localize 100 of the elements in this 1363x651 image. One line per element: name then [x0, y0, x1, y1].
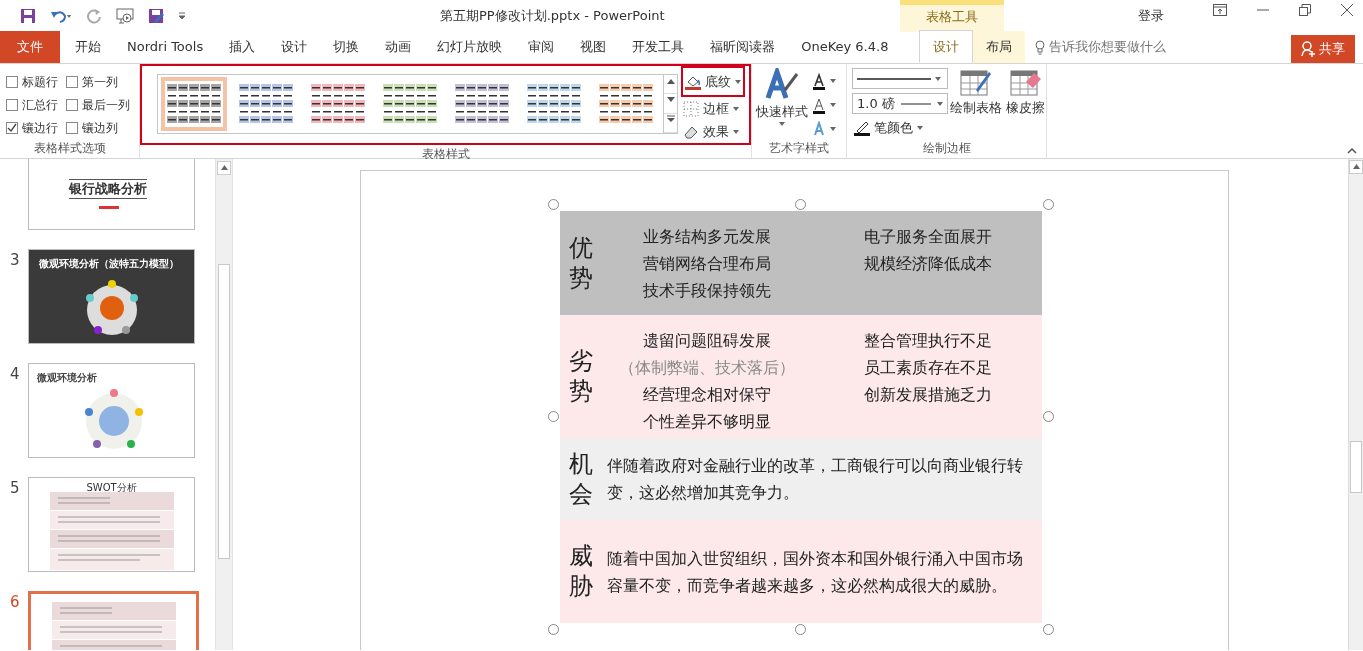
slideshow-icon[interactable] [116, 8, 134, 24]
checkbox-option[interactable]: 镶边列 [66, 116, 134, 139]
slide-number: 4 [10, 364, 21, 385]
logo-mark [99, 206, 119, 209]
ribbon-command[interactable]: 效果 [681, 120, 745, 143]
caret-icon [937, 101, 943, 106]
ribbon-tab[interactable]: 开始 [62, 31, 114, 63]
ribbon-tab[interactable]: 设计 [268, 31, 321, 63]
checkbox-option[interactable]: 汇总行 [6, 93, 66, 116]
ribbon-tab[interactable]: Nordri Tools [114, 31, 217, 63]
caret-icon [830, 103, 836, 107]
ribbon-tab[interactable]: 设计 [919, 30, 974, 63]
undo-icon[interactable] [50, 8, 72, 24]
resize-handle[interactable] [548, 199, 559, 210]
table-pencil-icon [960, 68, 992, 98]
collapse-ribbon-icon[interactable] [1347, 148, 1357, 154]
ribbon-command[interactable]: 边框 [681, 97, 745, 120]
ribbon-tab[interactable]: 视图 [567, 31, 620, 63]
solid-line-icon [857, 76, 931, 81]
ribbon-tab[interactable]: 动画 [372, 31, 425, 63]
ribbon-tab[interactable]: 审阅 [515, 31, 568, 63]
thumbnail-title: 微观环境分析 [37, 371, 97, 385]
resize-handle[interactable] [548, 411, 559, 422]
share-button[interactable]: 共享 [1291, 35, 1355, 63]
caret-icon [830, 127, 836, 131]
ribbon-tab[interactable]: 布局 [973, 31, 1026, 63]
table-cell: 随着中国加入世贸组织，国外资本和国外银行涌入中国市场容量不变，而竞争者越来越多，这必然构成很大的威胁。 [601, 520, 1042, 623]
gallery-more-icon[interactable] [664, 113, 677, 133]
group-label: 绘制边框 [921, 140, 972, 157]
slide-thumbnail[interactable]: SWOT分析 [28, 477, 195, 572]
person-add-icon [1301, 40, 1315, 57]
caret-icon [733, 106, 739, 111]
customize-icon[interactable] [178, 12, 186, 20]
restore-icon[interactable] [1299, 4, 1311, 16]
table-cell: 业务结构多元发展 营销网络合理布局 技术手段保持领先 [601, 211, 814, 315]
group-label: 表格样式 [420, 146, 471, 163]
ribbon-tab[interactable]: 切换 [320, 31, 373, 63]
thumbnail-title: SWOT分析 [85, 481, 138, 495]
ribbon-command[interactable]: 底纹 [681, 66, 745, 97]
thumbnail-title: 银行战略分析 [69, 179, 147, 199]
tell-me-search[interactable]: 告诉我你想要做什么 [1035, 31, 1167, 63]
slide-thumbnail[interactable]: 微观环境分析 [28, 363, 195, 458]
scroll-thumb[interactable] [218, 264, 230, 559]
context-tab-header: 表格工具 [900, 0, 1004, 32]
check-icon [7, 122, 17, 133]
ribbon-tab[interactable]: 插入 [216, 31, 269, 63]
caret-icon [733, 129, 739, 134]
ribbon-tab[interactable]: 福昕阅读器 [697, 31, 789, 63]
slide-thumbnail[interactable]: 微观环境分析（波特五力模型） [28, 249, 195, 344]
save-icon[interactable] [20, 8, 36, 24]
line-weight-dropdown[interactable]: 1.0 磅 [852, 93, 948, 114]
text-style-dropdown[interactable] [810, 72, 838, 90]
pen-color-button[interactable]: 笔颜色 [852, 116, 948, 139]
draw-table-button[interactable]: 绘制表格 [948, 64, 1004, 139]
caret-icon [935, 76, 941, 81]
group-label: 表格样式选项 [32, 140, 107, 157]
text-style-dropdown[interactable] [810, 96, 838, 114]
thumbnail-title: 微观环境分析（波特五力模型） [39, 257, 179, 271]
checkbox-option[interactable]: 第一列 [66, 70, 134, 93]
group-label: 艺术字样式 [768, 140, 830, 157]
table-cell: 遗留问题阻碍发展 （体制弊端、技术落后） 经营理念相对保守 个性差异不够明显 [601, 315, 814, 438]
resize-handle[interactable] [795, 624, 806, 635]
text-fill-icon [812, 72, 826, 90]
ribbon-display-icon[interactable] [1213, 4, 1227, 16]
row-heading: 机会 [560, 438, 602, 520]
resize-handle[interactable] [1043, 624, 1054, 635]
caret-icon [917, 125, 923, 130]
scroll-thumb[interactable] [1350, 441, 1362, 493]
resize-handle[interactable] [795, 199, 806, 210]
resize-handle[interactable] [1043, 411, 1054, 422]
row-heading: 威胁 [560, 520, 602, 623]
eraser-button[interactable]: 橡皮擦 [1004, 64, 1047, 139]
caret-icon [779, 121, 785, 126]
slide-thumbnail[interactable]: 银行战略分析 [28, 159, 195, 230]
scrollbar[interactable] [1348, 159, 1363, 650]
scroll-up-icon[interactable] [217, 161, 231, 175]
scrollbar[interactable] [215, 159, 232, 650]
table-style-swatch[interactable] [161, 77, 227, 131]
checkbox-option[interactable]: 最后一列 [66, 93, 134, 116]
quick-styles-button[interactable]: 快速样式 [754, 64, 810, 139]
line-style-dropdown[interactable] [852, 68, 948, 89]
sign-in-link[interactable]: 登录 [1138, 6, 1164, 26]
table-cell: 电子服务全面展开 规模经济降低成本 [813, 211, 1042, 315]
ribbon-tab[interactable]: 幻灯片放映 [424, 31, 516, 63]
border-grid-icon [683, 100, 699, 117]
scroll-up-icon[interactable] [1349, 160, 1363, 174]
window-title: 第五期PP修改计划.pptx - PowerPoint [440, 7, 665, 25]
checkbox-option[interactable]: 标题行 [6, 70, 66, 93]
resize-handle[interactable] [1043, 199, 1054, 210]
gallery-down-icon[interactable] [664, 94, 677, 114]
table-cell: 伴随着政府对金融行业的改革，工商银行可以向商业银行转变，这必然增加其竞争力。 [601, 438, 1042, 520]
checkbox-option[interactable]: 镶边行 [6, 116, 66, 139]
text-outline-icon [812, 96, 826, 114]
ribbon-tab[interactable]: 开发工具 [619, 31, 698, 63]
file-tab[interactable]: 文件 [0, 31, 60, 63]
caret-icon [735, 79, 741, 84]
close-icon[interactable] [1341, 4, 1353, 16]
save-edit-icon[interactable] [148, 8, 164, 24]
ribbon-tab[interactable]: OneKey 6.4.8 [788, 31, 902, 63]
resize-handle[interactable] [548, 624, 559, 635]
